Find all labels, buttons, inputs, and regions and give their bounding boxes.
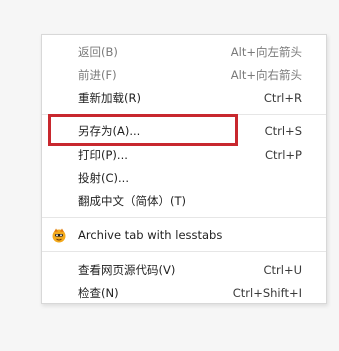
menu-separator [42,251,326,252]
menu-item-label: 前进(F) [78,67,117,82]
menu-item-inspect[interactable]: 检查(N) Ctrl+Shift+I [42,281,326,304]
menu-item-shortcut: Ctrl+Shift+I [232,285,302,300]
menu-item-save-as[interactable]: 另存为(A)... Ctrl+S [42,119,326,142]
menu-separator [42,114,326,115]
menu-item-cast[interactable]: 投射(C)... [42,166,326,189]
lesstabs-extension-icon [52,228,66,243]
menu-item-label: 另存为(A)... [78,123,141,138]
context-menu: 返回(B) Alt+向左箭头 前进(F) Alt+向右箭头 重新加载(R) Ct… [41,34,327,304]
menu-item-shortcut: Alt+向右箭头 [230,67,302,82]
menu-item-archive-tab-lesstabs[interactable]: Archive tab with lesstabs [42,223,326,246]
menu-item-print[interactable]: 打印(P)... Ctrl+P [42,143,326,166]
menu-separator [42,217,326,218]
menu-item-forward[interactable]: 前进(F) Alt+向右箭头 [42,63,326,86]
menu-item-shortcut: Alt+向左箭头 [230,44,302,59]
menu-item-label: 检查(N) [78,285,119,300]
menu-item-label: 投射(C)... [78,170,129,185]
menu-item-shortcut: Ctrl+S [264,123,302,138]
menu-item-label: 翻成中文（简体）(T) [78,193,186,208]
menu-item-shortcut: Ctrl+R [263,90,302,105]
menu-item-label: Archive tab with lesstabs [78,227,223,242]
menu-item-shortcut: Ctrl+P [264,147,302,162]
menu-item-label: 重新加载(R) [78,90,141,105]
menu-item-label: 打印(P)... [78,147,128,162]
menu-item-label: 返回(B) [78,44,118,59]
menu-item-translate[interactable]: 翻成中文（简体）(T) [42,189,326,212]
menu-item-shortcut: Ctrl+U [263,262,302,277]
menu-item-back[interactable]: 返回(B) Alt+向左箭头 [42,40,326,63]
menu-item-view-source[interactable]: 查看网页源代码(V) Ctrl+U [42,258,326,281]
menu-item-reload[interactable]: 重新加载(R) Ctrl+R [42,86,326,109]
menu-item-label: 查看网页源代码(V) [78,262,176,277]
